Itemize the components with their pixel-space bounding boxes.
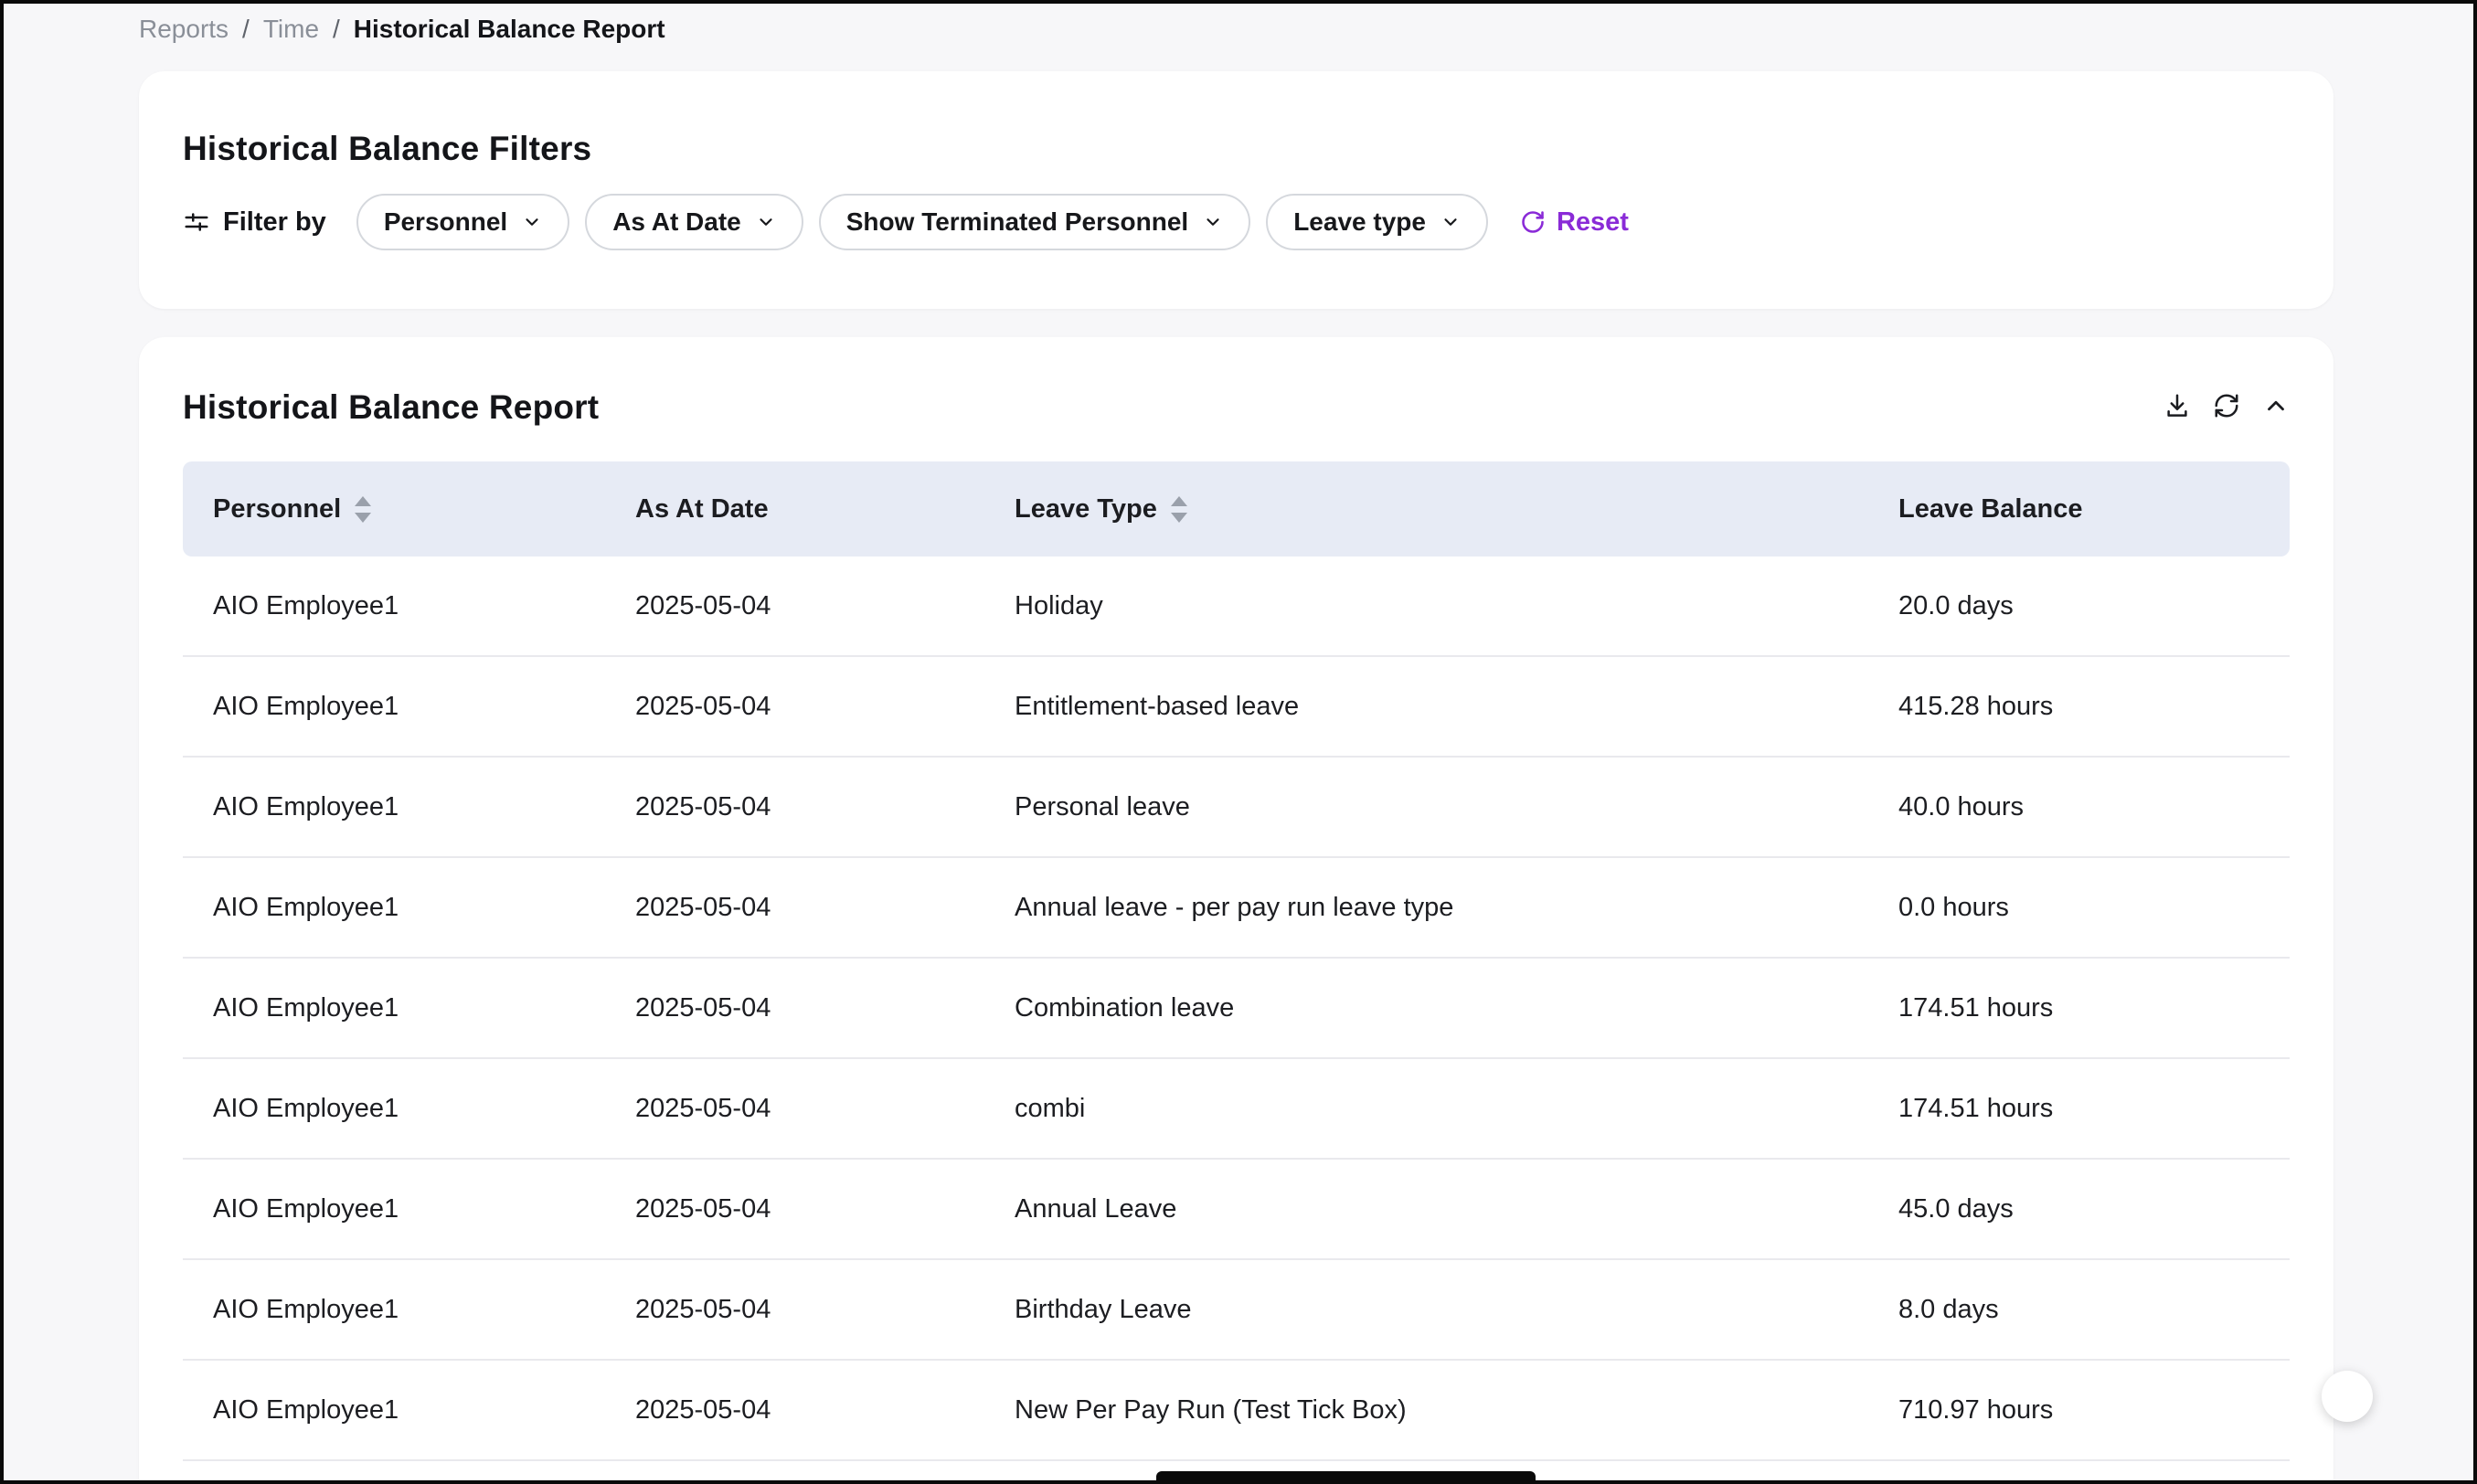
cell-leave-balance: 174.51 hours	[1868, 1094, 2290, 1124]
column-header-personnel[interactable]: Personnel	[183, 494, 605, 525]
table-row: AIO Employee1 2025-05-04 Annual Leave 45…	[183, 1160, 2290, 1260]
cell-leave-balance: 20.0 days	[1868, 591, 2290, 621]
column-header-leave-balance: Leave Balance	[1868, 494, 2290, 525]
cell-as-at-date: 2025-05-04	[605, 692, 984, 722]
table-row: AIO Employee1 2025-05-04 Combination lea…	[183, 959, 2290, 1059]
cell-personnel: AIO Employee1	[183, 792, 605, 822]
cell-as-at-date: 2025-05-04	[605, 1395, 984, 1426]
report-table: Personnel As At Date Leave Type	[183, 461, 2290, 1461]
cell-as-at-date: 2025-05-04	[605, 893, 984, 923]
chevron-down-icon	[756, 212, 776, 232]
cell-leave-balance: 40.0 hours	[1868, 792, 2290, 822]
cell-as-at-date: 2025-05-04	[605, 1094, 984, 1124]
report-title: Historical Balance Report	[183, 388, 2290, 427]
column-header-leave-type[interactable]: Leave Type	[984, 494, 1868, 525]
reset-filters-button[interactable]: Reset	[1520, 207, 1629, 238]
table-row: AIO Employee1 2025-05-04 Entitlement-bas…	[183, 657, 2290, 758]
report-card: Historical Balance Report Personnel	[139, 337, 2333, 1484]
breadcrumb-reports[interactable]: Reports	[139, 15, 229, 44]
collapse-button[interactable]	[2259, 388, 2293, 423]
cell-leave-type: Annual Leave	[984, 1194, 1868, 1224]
sort-icon	[1170, 495, 1188, 524]
filter-sliders-icon	[183, 208, 210, 236]
show-terminated-personnel-filter-dropdown[interactable]: Show Terminated Personnel	[819, 194, 1250, 250]
cell-leave-balance: 0.0 hours	[1868, 893, 2290, 923]
cell-personnel: AIO Employee1	[183, 993, 605, 1023]
cell-leave-balance: 45.0 days	[1868, 1194, 2290, 1224]
cell-leave-type: Birthday Leave	[984, 1295, 1868, 1325]
leave-type-filter-dropdown[interactable]: Leave type	[1266, 194, 1488, 250]
sort-icon	[354, 495, 372, 524]
cell-personnel: AIO Employee1	[183, 1094, 605, 1124]
table-body: AIO Employee1 2025-05-04 Holiday 20.0 da…	[183, 556, 2290, 1461]
cell-leave-balance: 415.28 hours	[1868, 692, 2290, 722]
cell-personnel: AIO Employee1	[183, 893, 605, 923]
cell-personnel: AIO Employee1	[183, 1295, 605, 1325]
filters-title: Historical Balance Filters	[183, 130, 2290, 168]
cell-as-at-date: 2025-05-04	[605, 792, 984, 822]
table-row: AIO Employee1 2025-05-04 Personal leave …	[183, 758, 2290, 858]
personnel-filter-dropdown[interactable]: Personnel	[356, 194, 569, 250]
cell-personnel: AIO Employee1	[183, 1395, 605, 1426]
horizontal-scrollbar-thumb[interactable]	[1156, 1471, 1536, 1480]
cell-leave-type: combi	[984, 1094, 1868, 1124]
cell-as-at-date: 2025-05-04	[605, 1194, 984, 1224]
table-row: AIO Employee1 2025-05-04 Annual leave - …	[183, 858, 2290, 959]
floating-button[interactable]	[2322, 1371, 2373, 1422]
refresh-icon	[2213, 392, 2240, 419]
breadcrumb-separator: /	[333, 15, 340, 44]
filters-card: Historical Balance Filters Filter by Per…	[139, 71, 2333, 309]
download-icon	[2163, 392, 2191, 419]
cell-leave-type: Personal leave	[984, 792, 1868, 822]
chevron-down-icon	[1440, 212, 1461, 232]
breadcrumb-time[interactable]: Time	[263, 15, 319, 44]
app-window: Reports / Time / Historical Balance Repo…	[0, 0, 2477, 1484]
cell-leave-balance: 174.51 hours	[1868, 993, 2290, 1023]
cell-as-at-date: 2025-05-04	[605, 1295, 984, 1325]
cell-leave-type: Holiday	[984, 591, 1868, 621]
cell-leave-type: Entitlement-based leave	[984, 692, 1868, 722]
cell-leave-balance: 710.97 hours	[1868, 1395, 2290, 1426]
table-row: AIO Employee1 2025-05-04 combi 174.51 ho…	[183, 1059, 2290, 1160]
cell-leave-balance: 8.0 days	[1868, 1295, 2290, 1325]
breadcrumb: Reports / Time / Historical Balance Repo…	[4, 4, 2473, 44]
column-header-as-at-date: As At Date	[605, 494, 984, 525]
cell-personnel: AIO Employee1	[183, 591, 605, 621]
cell-as-at-date: 2025-05-04	[605, 993, 984, 1023]
table-row: AIO Employee1 2025-05-04 Birthday Leave …	[183, 1260, 2290, 1361]
cell-personnel: AIO Employee1	[183, 1194, 605, 1224]
reset-icon	[1520, 209, 1546, 235]
report-actions	[2160, 388, 2293, 423]
chevron-down-icon	[1203, 212, 1223, 232]
cell-personnel: AIO Employee1	[183, 692, 605, 722]
chevron-up-icon	[2262, 392, 2290, 419]
table-row: AIO Employee1 2025-05-04 Holiday 20.0 da…	[183, 556, 2290, 657]
breadcrumb-current-page: Historical Balance Report	[354, 15, 665, 44]
cell-leave-type: Annual leave - per pay run leave type	[984, 893, 1868, 923]
breadcrumb-separator: /	[242, 15, 250, 44]
cell-as-at-date: 2025-05-04	[605, 591, 984, 621]
download-button[interactable]	[2160, 388, 2195, 423]
table-header-row: Personnel As At Date Leave Type	[183, 461, 2290, 556]
cell-leave-type: New Per Pay Run (Test Tick Box)	[984, 1395, 1868, 1426]
table-row: AIO Employee1 2025-05-04 New Per Pay Run…	[183, 1361, 2290, 1461]
chevron-down-icon	[522, 212, 542, 232]
filter-row: Filter by Personnel As At Date Show Term…	[183, 194, 2290, 250]
cell-leave-type: Combination leave	[984, 993, 1868, 1023]
refresh-button[interactable]	[2209, 388, 2244, 423]
as-at-date-filter-dropdown[interactable]: As At Date	[585, 194, 803, 250]
filter-by-label: Filter by	[183, 207, 326, 238]
